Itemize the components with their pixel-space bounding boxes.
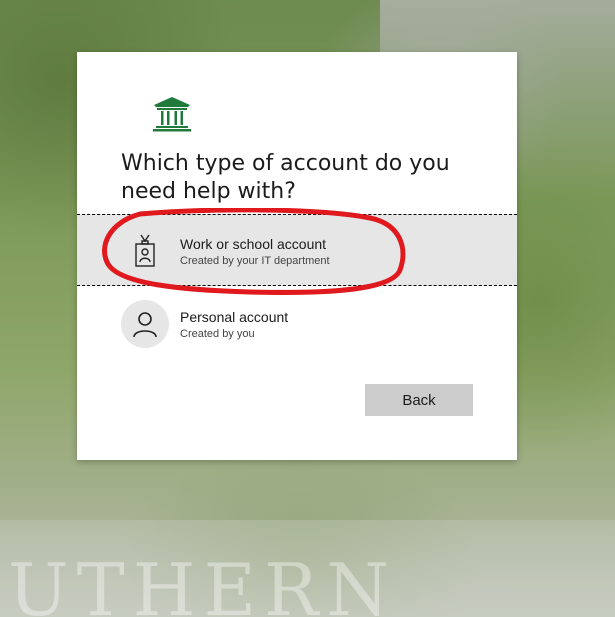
background-sign-text: UTHERN xyxy=(8,548,398,617)
personal-account-subtitle: Created by you xyxy=(180,328,255,340)
dialog-title: Which type of account do you need help w… xyxy=(121,151,450,204)
back-button[interactable]: Back xyxy=(365,384,473,416)
work-school-account-subtitle: Created by your IT department xyxy=(180,255,330,267)
badge-icon xyxy=(121,227,169,275)
work-school-account-label: Work or school account xyxy=(180,236,327,252)
personal-account-label: Personal account xyxy=(180,309,289,325)
work-school-account-option[interactable]: Work or school account Created by your I… xyxy=(77,214,517,286)
institution-logo-icon xyxy=(153,97,191,132)
person-icon xyxy=(121,300,169,348)
account-type-dialog: Which type of account do you need help w… xyxy=(77,52,517,460)
personal-account-option[interactable]: Personal account Created by you xyxy=(77,288,517,360)
